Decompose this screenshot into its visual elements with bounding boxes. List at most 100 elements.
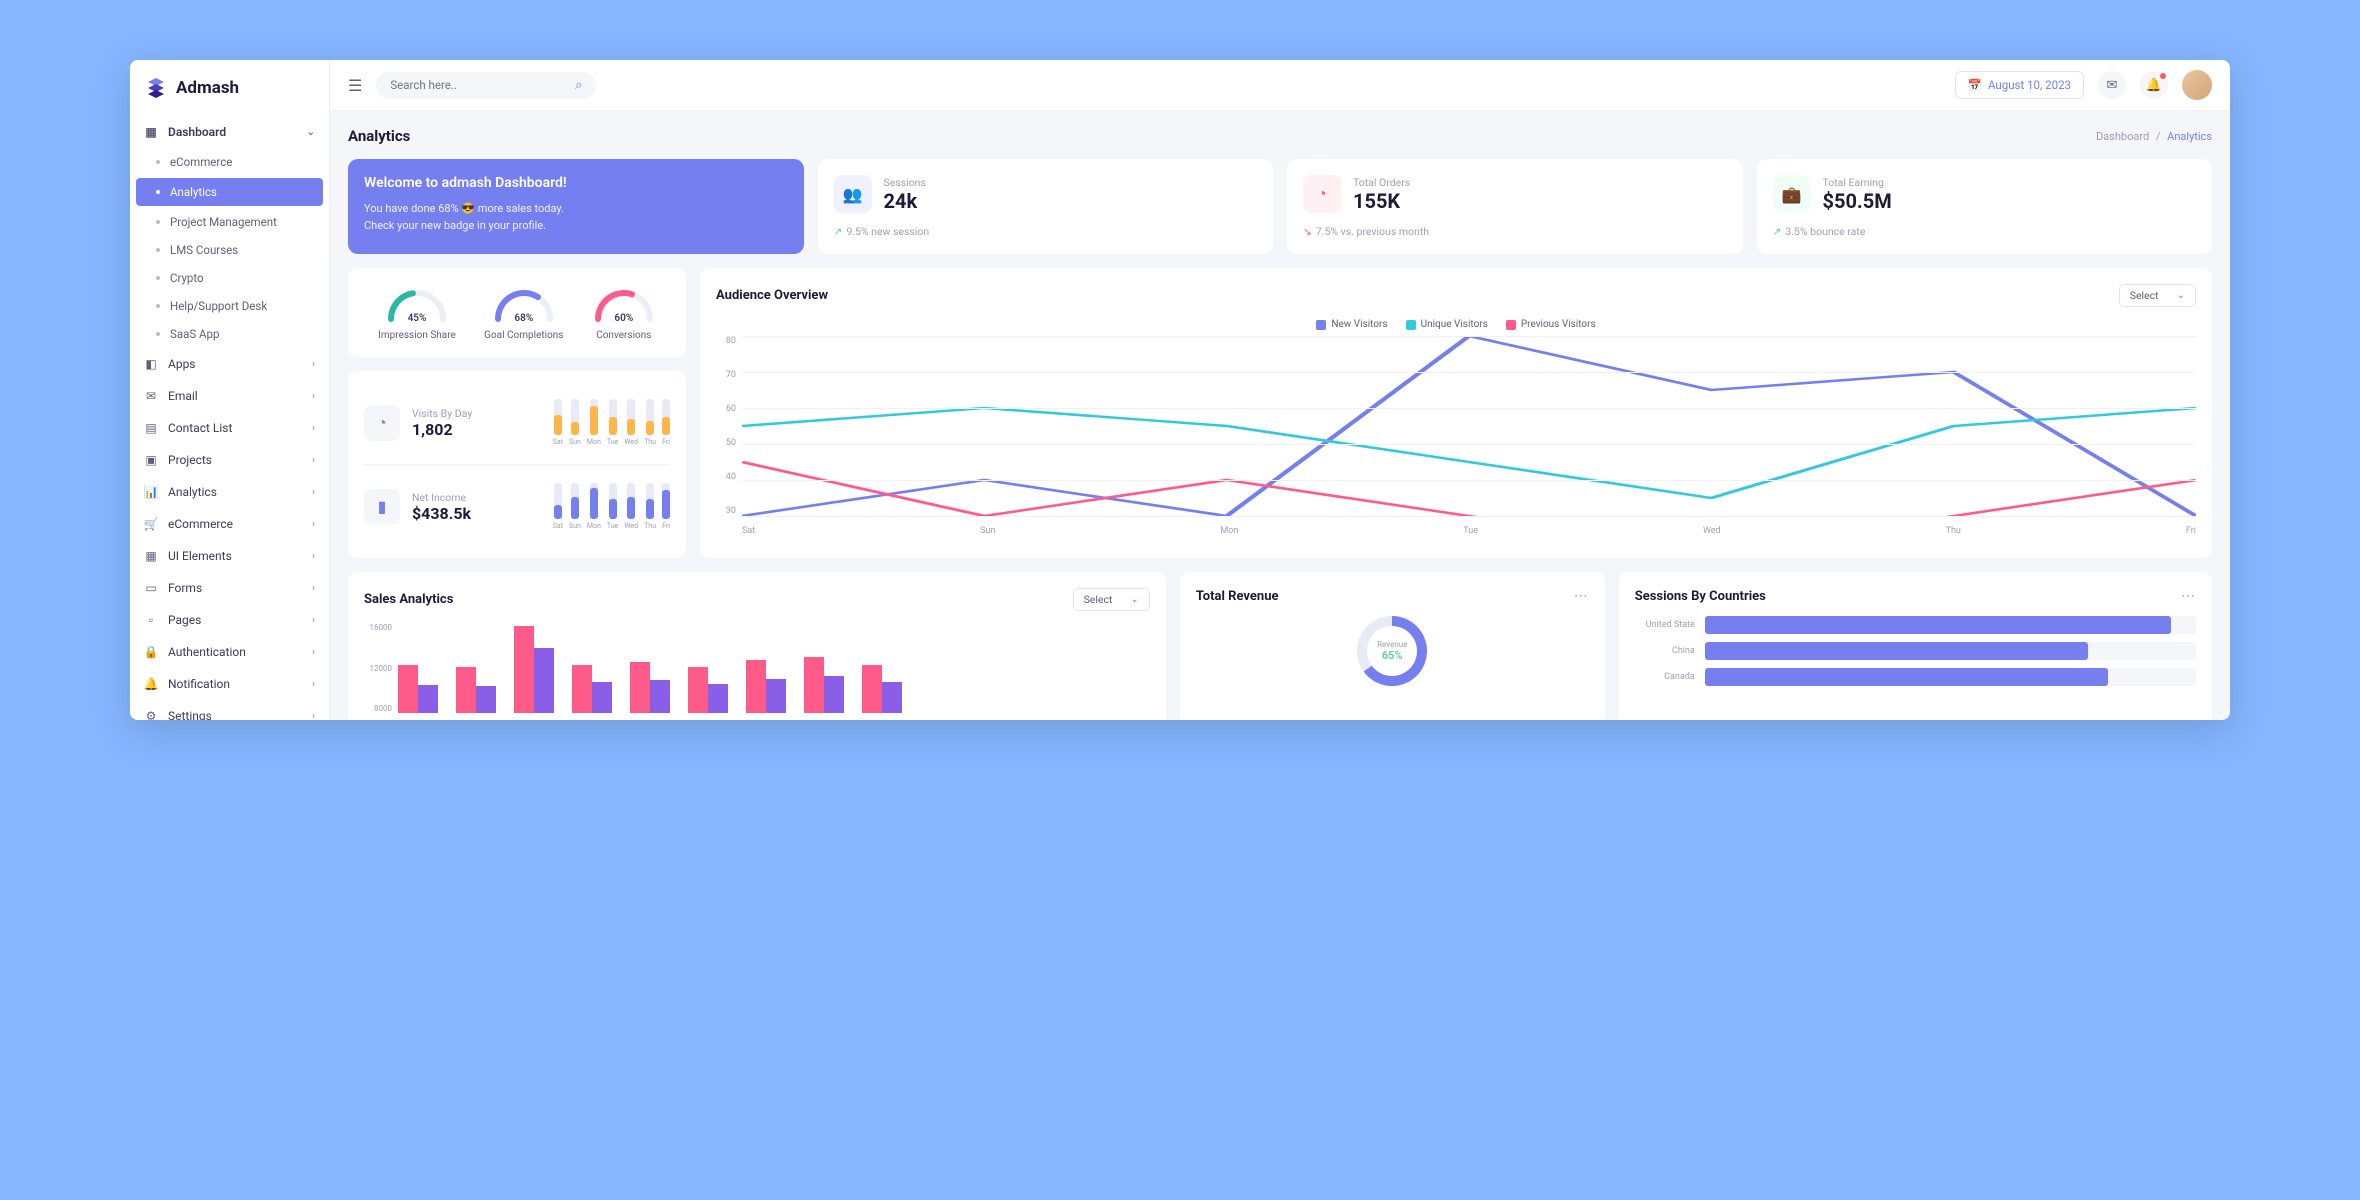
sidebar-sub-ecommerce[interactable]: eCommerce	[130, 148, 329, 176]
sidebar-sub-analytics[interactable]: Analytics	[136, 178, 323, 206]
gauge-conversions: 60%Conversions	[592, 284, 656, 341]
dot-icon	[156, 248, 160, 252]
legend-item: Unique Visitors	[1406, 319, 1488, 330]
brand-name: Admash	[176, 78, 239, 98]
nav-settings[interactable]: ⚙Settings›	[130, 700, 329, 720]
more-icon[interactable]: ⋯	[1574, 588, 1589, 604]
menu-toggle[interactable]: ☰	[348, 76, 362, 95]
nav-icon: ✉	[144, 389, 158, 403]
revenue-donut: Revenue65%	[1357, 616, 1427, 686]
mini-bar: Fri	[662, 399, 670, 446]
nav-apps[interactable]: ◧Apps›	[130, 348, 329, 380]
stat-card-total-orders: ◔Total Orders155K↘7.5% vs. previous mont…	[1287, 159, 1743, 254]
chevron-right-icon: ›	[312, 487, 315, 498]
legend-item: New Visitors	[1316, 319, 1387, 330]
content: Analytics Dashboard / Analytics Welcome …	[330, 111, 2230, 720]
legend-item: Previous Visitors	[1506, 319, 1596, 330]
trend-icon: ↗	[1773, 225, 1782, 238]
mini-bar: Thu	[644, 483, 656, 530]
mini-bar: Sat	[553, 483, 563, 530]
welcome-title: Welcome to admash Dashboard!	[364, 175, 788, 191]
nav-notification[interactable]: 🔔Notification›	[130, 668, 329, 700]
notifications-button[interactable]: 🔔	[2140, 71, 2168, 99]
more-icon[interactable]: ⋯	[2181, 588, 2196, 604]
nav-icon: 🛒	[144, 517, 158, 531]
search-box[interactable]: ⌕	[376, 72, 596, 99]
sales-bar-group	[398, 665, 438, 713]
nav-pages[interactable]: ▫Pages›	[130, 604, 329, 636]
nav-authentication[interactable]: 🔒Authentication›	[130, 636, 329, 668]
revenue-title: Total Revenue	[1196, 589, 1279, 604]
nav-icon: 🔒	[144, 645, 158, 659]
chevron-down-icon: ⌄	[307, 127, 315, 138]
nav-icon: ▣	[144, 453, 158, 467]
sidebar-sub-help-support-desk[interactable]: Help/Support Desk	[130, 292, 329, 320]
gauge-impression-share: 45%Impression Share	[378, 284, 456, 341]
nav-icon: 🔔	[144, 677, 158, 691]
chevron-down-icon: ⌄	[1130, 594, 1138, 605]
mini-bar: Wed	[624, 483, 638, 530]
logo[interactable]: Admash	[130, 60, 329, 116]
audience-title: Audience Overview	[716, 288, 828, 303]
gauges-card: 45%Impression Share 68%Goal Completions 60…	[348, 268, 686, 357]
dot-icon	[156, 220, 160, 224]
nav-ui-elements[interactable]: ▦UI Elements›	[130, 540, 329, 572]
chevron-right-icon: ›	[312, 551, 315, 562]
sidebar-sub-lms-courses[interactable]: LMS Courses	[130, 236, 329, 264]
audience-chart: 807060504030 SatSunMonTueWedThuFri	[716, 336, 2196, 536]
stat-icon: 👥	[834, 175, 872, 213]
nav-ecommerce[interactable]: 🛒eCommerce›	[130, 508, 329, 540]
nav-analytics[interactable]: 📊Analytics›	[130, 476, 329, 508]
sales-chart: 16000120008000	[364, 623, 1150, 713]
user-avatar[interactable]	[2182, 70, 2212, 100]
welcome-card: Welcome to admash Dashboard! You have do…	[348, 159, 804, 254]
date-picker[interactable]: 📅 August 10, 2023	[1955, 71, 2084, 99]
trend-icon: ↗	[834, 225, 843, 238]
sales-bar-group	[862, 665, 902, 713]
mini-bar: Tue	[607, 483, 618, 530]
nav-email[interactable]: ✉Email›	[130, 380, 329, 412]
search-input[interactable]	[390, 78, 567, 92]
nav-icon: ▭	[144, 581, 158, 595]
mail-icon: ✉	[2107, 78, 2118, 93]
notification-badge	[2160, 73, 2166, 79]
nav-icon: ▤	[144, 421, 158, 435]
nav-projects[interactable]: ▣Projects›	[130, 444, 329, 476]
mini-bar: Sun	[569, 399, 581, 446]
mini-bar: Fri	[662, 483, 670, 530]
sidebar-sub-project-management[interactable]: Project Management	[130, 208, 329, 236]
mini-bar: Thu	[644, 399, 656, 446]
nav-dashboard[interactable]: ▦Dashboard ⌄	[130, 116, 329, 148]
sidebar: Admash ▦Dashboard ⌄ eCommerceAnalyticsPr…	[130, 60, 330, 720]
topbar: ☰ ⌕ 📅 August 10, 2023 ✉ 🔔	[330, 60, 2230, 111]
nav-icon: 📊	[144, 485, 158, 499]
chevron-right-icon: ›	[312, 359, 315, 370]
mini-stats-card: ◔Visits By Day1,802SatSunMonTueWedThuFri…	[348, 371, 686, 558]
mini-bar: Tue	[607, 399, 618, 446]
chevron-right-icon: ›	[312, 679, 315, 690]
countries-card: Sessions By Countries ⋯ United StateChin…	[1619, 572, 2212, 720]
sales-bar-group	[456, 667, 496, 713]
nav-icon: ⚙	[144, 709, 158, 720]
nav-contact-list[interactable]: ▤Contact List›	[130, 412, 329, 444]
nav-icon: ▦	[144, 549, 158, 563]
sidebar-sub-crypto[interactable]: Crypto	[130, 264, 329, 292]
sales-bar-group	[746, 660, 786, 713]
chevron-right-icon: ›	[312, 423, 315, 434]
sidebar-sub-saas-app[interactable]: SaaS App	[130, 320, 329, 348]
mini-bar: Mon	[587, 483, 601, 530]
grid-icon: ▦	[144, 125, 158, 139]
breadcrumb-root[interactable]: Dashboard	[2096, 130, 2149, 143]
nav-forms[interactable]: ▭Forms›	[130, 572, 329, 604]
gauge-goal-completions: 68%Goal Completions	[484, 284, 563, 341]
mail-button[interactable]: ✉	[2098, 71, 2126, 99]
sales-select[interactable]: Select⌄	[1073, 588, 1150, 611]
audience-select[interactable]: Select⌄	[2119, 284, 2196, 307]
dot-icon	[156, 160, 160, 164]
chevron-right-icon: ›	[312, 519, 315, 530]
chart-icon: ▮	[364, 489, 400, 525]
search-icon: ⌕	[575, 78, 582, 93]
stat-icon: ◔	[1303, 175, 1341, 213]
mini-stat: ▮Net Income$438.5kSatSunMonTueWedThuFri	[364, 464, 670, 542]
mini-bar: Wed	[624, 399, 638, 446]
